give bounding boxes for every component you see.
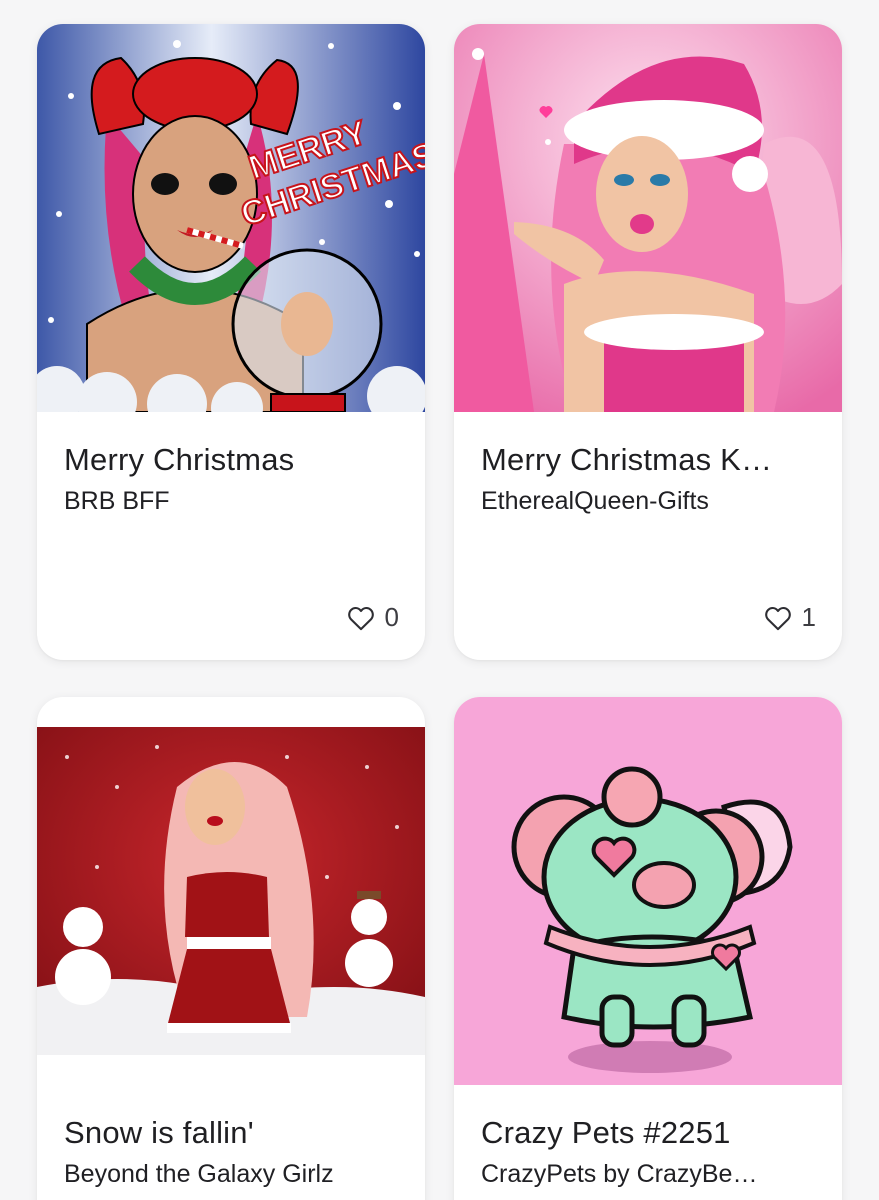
card-creator[interactable]: EtherealQueen-Gifts <box>481 487 812 516</box>
card-title: Merry Christmas K… <box>481 442 773 477</box>
card-creator[interactable]: Beyond the Galaxy Girlz <box>64 1160 395 1189</box>
heart-outline-icon <box>764 606 791 630</box>
card-title: Crazy Pets #2251 <box>481 1115 731 1150</box>
like-button[interactable]: 0 <box>347 602 399 633</box>
heart-outline-icon <box>347 606 374 630</box>
nft-card[interactable]: Crazy Pets #2251 CrazyPets by CrazyBe… <box>454 697 842 1200</box>
card-title: Merry Christmas <box>64 442 295 477</box>
nft-artwork[interactable] <box>454 24 842 412</box>
card-title: Snow is fallin' <box>64 1115 254 1150</box>
nft-artwork[interactable] <box>454 697 842 1085</box>
merry-christmas-artwork: MERRY CHRISTMAS <box>37 24 425 412</box>
nft-card[interactable]: Snow is fallin' Beyond the Galaxy Girlz <box>37 697 425 1200</box>
nft-artwork[interactable] <box>37 727 425 1055</box>
like-button[interactable]: 1 <box>764 602 816 633</box>
snow-girl-artwork <box>37 727 425 1055</box>
like-count: 0 <box>384 602 399 632</box>
card-creator[interactable]: CrazyPets by CrazyBe… <box>481 1160 812 1189</box>
nft-card[interactable]: Merry Christmas K… EtherealQueen-Gifts 1 <box>454 24 842 660</box>
nft-artwork[interactable]: MERRY CHRISTMAS <box>37 24 425 412</box>
card-creator[interactable]: BRB BFF <box>64 487 395 516</box>
nft-card[interactable]: MERRY CHRISTMAS Merry Christmas BRB BFF <box>37 24 425 660</box>
crazy-pet-artwork <box>454 697 842 1085</box>
nft-grid: MERRY CHRISTMAS Merry Christmas BRB BFF <box>0 0 879 1200</box>
pink-santa-artwork <box>454 24 842 412</box>
like-count: 1 <box>801 602 816 632</box>
